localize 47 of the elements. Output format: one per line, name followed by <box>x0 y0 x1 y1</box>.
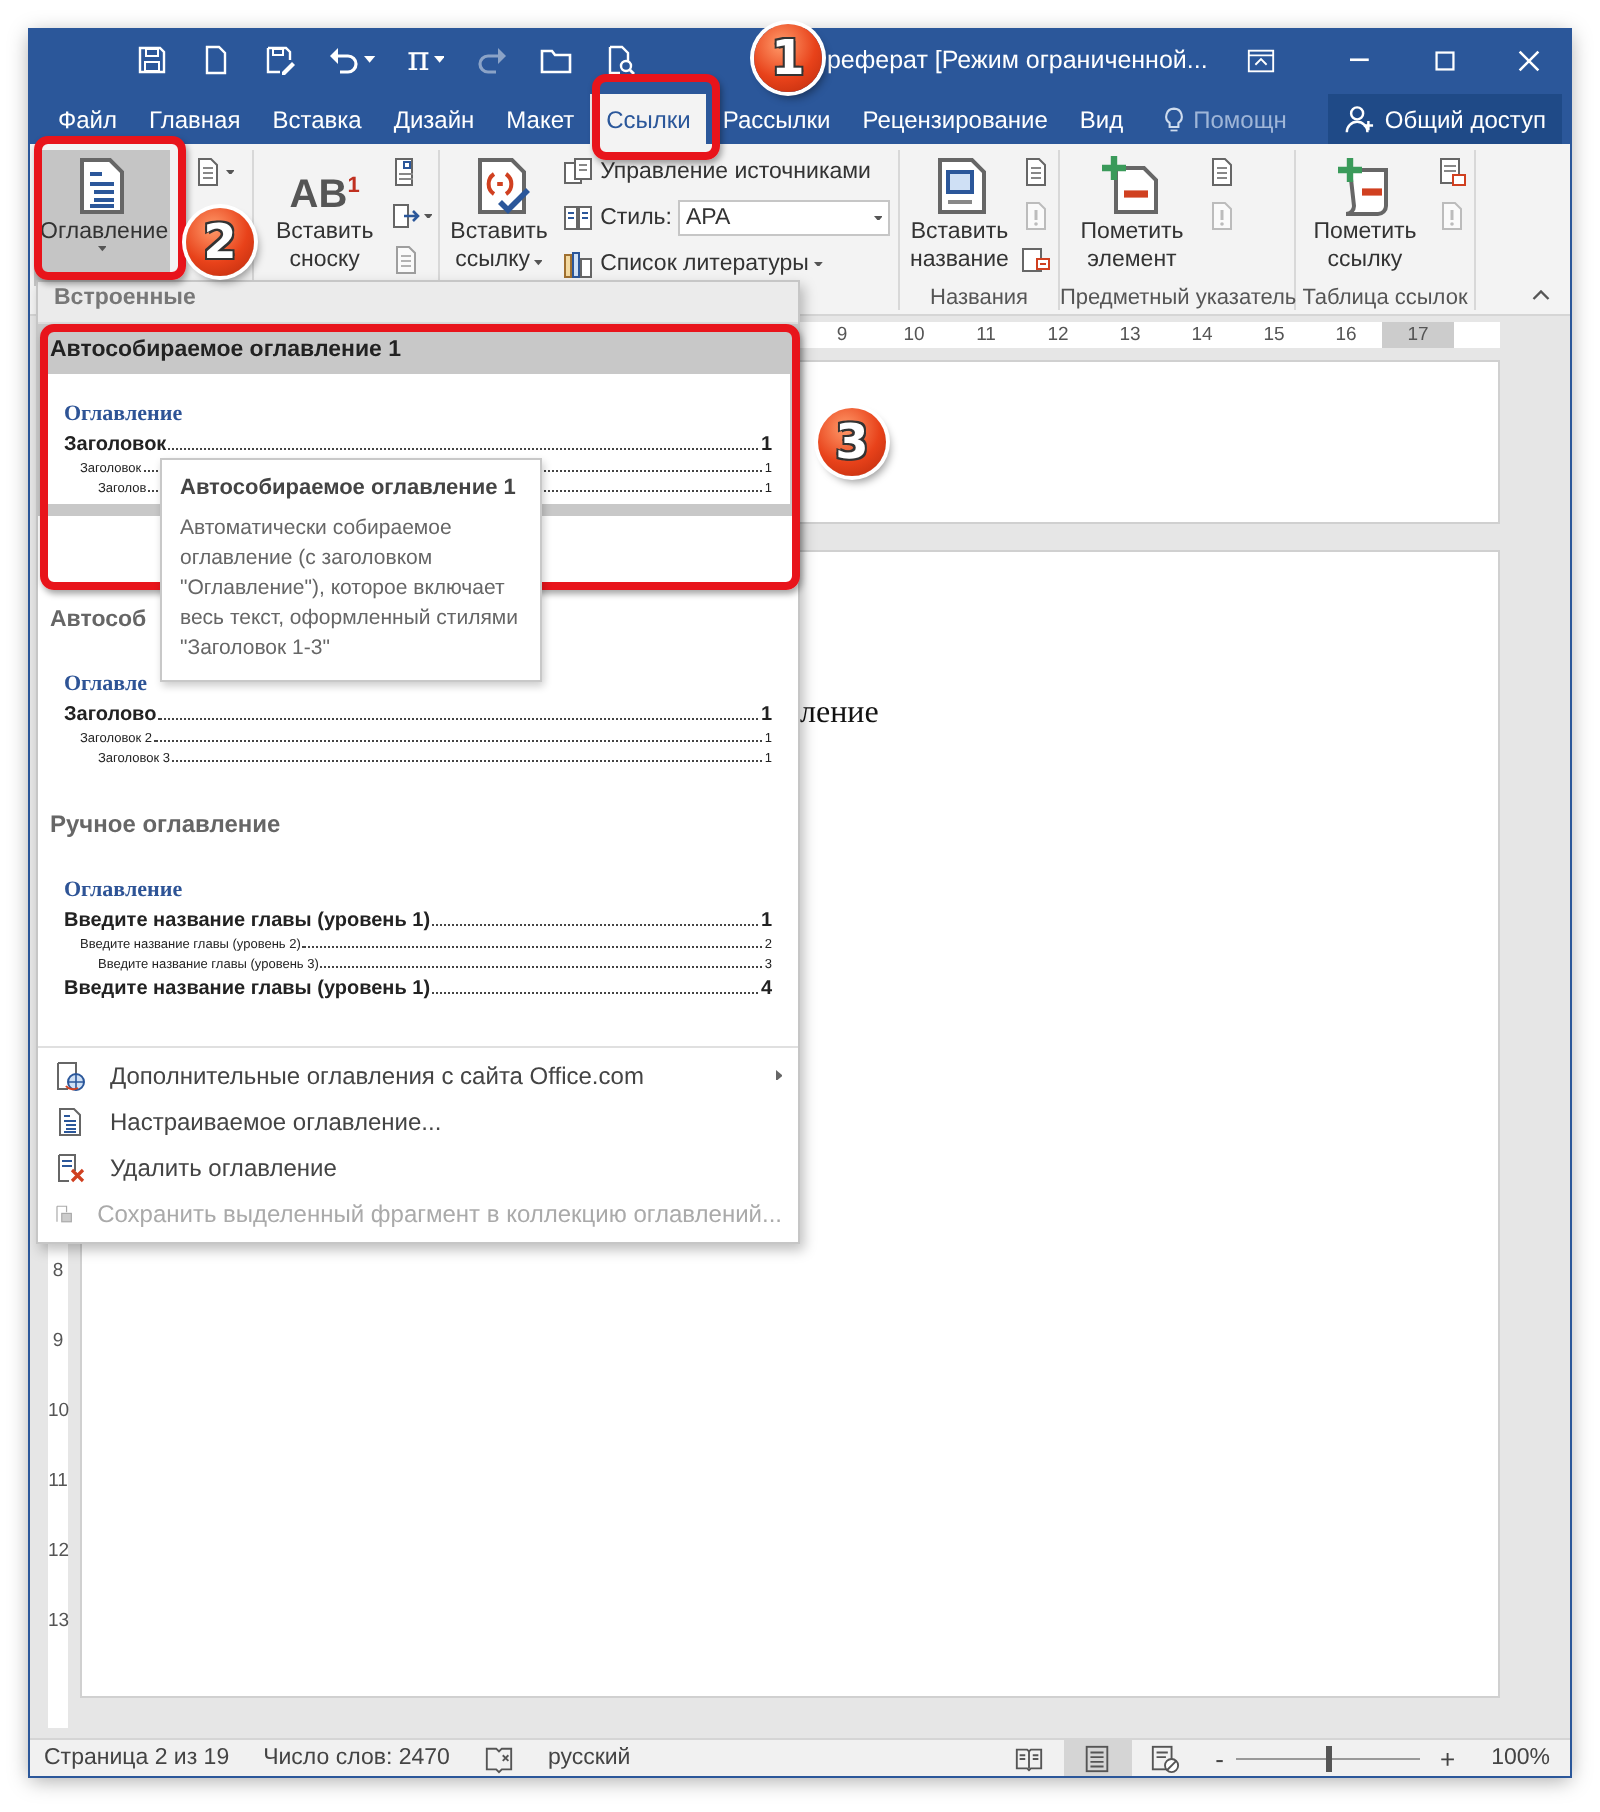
tooltip-text: Автоматически собираемое оглавление (с заголовком "Оглавление"), которое включает весь текст, оформленный стилями "Заголовок 1-3" <box>180 514 520 664</box>
ruler-number: 9 <box>834 322 850 348</box>
style-label: Стиль: <box>600 206 672 230</box>
page-count: Страница 2 из 19 <box>44 1746 230 1770</box>
ruler-number: 15 <box>1261 322 1287 348</box>
ruler-number: 11 <box>48 1468 68 1496</box>
tooltip-title: Автособираемое оглавление 1 <box>180 476 518 500</box>
ruler-number: 10 <box>901 322 927 348</box>
gallery-item-title: Автособ <box>48 606 149 636</box>
ruler-number: 9 <box>50 1328 66 1356</box>
ruler-number: 13 <box>48 1608 68 1636</box>
ruler-number: 14 <box>1189 322 1215 348</box>
ruler-number: 10 <box>48 1398 68 1426</box>
zoom-value: 100% <box>1491 1746 1550 1770</box>
group-label: Предметный указатель <box>1060 286 1294 310</box>
pi-symbol: π <box>407 44 430 76</box>
ruler-number: 16 <box>1333 322 1359 348</box>
toc-heading: Оглавление <box>64 402 183 426</box>
toc-entry: Заголово <box>64 704 157 726</box>
word-count: Число слов: 2470 <box>263 1746 450 1770</box>
ruler-number: 13 <box>1117 322 1143 348</box>
footnote-symbol: AB$^{1}$ <box>289 171 360 218</box>
page-number: 1 <box>760 910 772 932</box>
page-number: 1 <box>760 704 772 726</box>
toc-entry: Введите название главы (уровень 1) <box>64 978 431 1000</box>
gallery-item-title: Автособираемое оглавление 1 <box>48 336 404 366</box>
page-number: 1 <box>760 434 772 456</box>
step-badge: 2 <box>186 208 254 276</box>
ruler-number: 12 <box>48 1538 68 1566</box>
toc-entry: Введите название главы (уровень 1) <box>64 910 431 932</box>
toc-heading: Оглавле <box>64 672 148 696</box>
gallery-item-title: Ручное оглавление <box>48 808 283 842</box>
toc-heading: Оглавление <box>64 878 183 902</box>
language-label: русский <box>547 1746 631 1770</box>
toc-entry: Заголовок <box>64 434 167 456</box>
group-label: Таблица ссылок <box>1300 286 1470 310</box>
step-badge: 1 <box>754 24 822 92</box>
ruler-number: 11 <box>974 322 998 348</box>
page-number: 4 <box>760 978 772 1000</box>
ruler-number: 12 <box>1045 322 1071 348</box>
ruler-number: 8 <box>50 1258 66 1286</box>
ruler-number: 17 <box>1382 322 1454 348</box>
document-text: ление <box>800 696 879 730</box>
section-header: Встроенные <box>38 282 798 324</box>
step-badge: 3 <box>818 408 886 476</box>
window-title: реферат [Режим ограниченной... <box>826 46 1208 74</box>
group-label: Названия <box>928 286 1030 310</box>
